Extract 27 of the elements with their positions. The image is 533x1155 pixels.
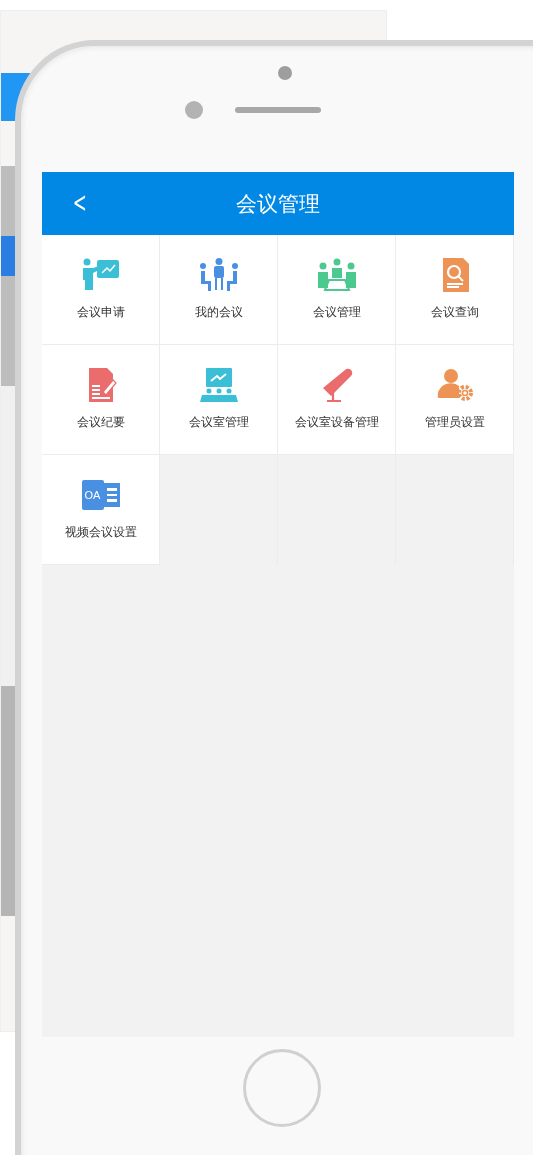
- back-button[interactable]: <: [70, 186, 90, 219]
- menu-tile[interactable]: 我的会议: [160, 235, 278, 345]
- tile-label: 会议申请: [76, 304, 125, 321]
- menu-tile[interactable]: 会议查询: [396, 235, 514, 345]
- menu-tile[interactable]: 会议室管理: [160, 345, 278, 455]
- menu-tile[interactable]: 会议管理: [278, 235, 396, 345]
- tile-label: 会议查询: [430, 304, 479, 321]
- presenter-icon: [80, 258, 121, 292]
- home-button[interactable]: [243, 1049, 321, 1127]
- meeting-people-icon: [198, 258, 239, 292]
- tile-label: 会议纪要: [76, 414, 125, 431]
- menu-tile[interactable]: 管理员设置: [396, 345, 514, 455]
- team-table-icon: [316, 258, 357, 292]
- menu-tile[interactable]: 会议室设备管理: [278, 345, 396, 455]
- front-camera: [185, 101, 203, 119]
- presentation-audience-icon: [198, 368, 239, 402]
- tile-label: 视频会议设置: [64, 524, 137, 541]
- tile-label: 会议室设备管理: [294, 414, 379, 431]
- tile-label: 会议室管理: [188, 414, 249, 431]
- tile-label: 我的会议: [194, 304, 243, 321]
- page-title: 会议管理: [236, 190, 320, 218]
- menu-tile[interactable]: 会议申请: [42, 235, 160, 345]
- tile-label: 管理员设置: [424, 414, 485, 431]
- menu-tile[interactable]: OA 视频会议设置: [42, 455, 160, 565]
- menu-tile[interactable]: 会议纪要: [42, 345, 160, 455]
- camera-dot: [278, 66, 292, 80]
- tile-label: 会议管理: [312, 304, 361, 321]
